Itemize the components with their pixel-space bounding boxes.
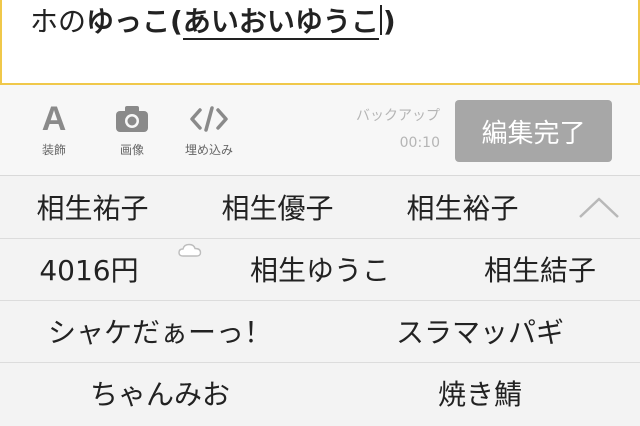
candidate-row: ちゃんみお 焼き鯖 — [0, 362, 640, 424]
editor-text[interactable]: ホのゆっこ(あいおいゆうこ) — [30, 2, 396, 42]
candidate-panel: 相生祐子 相生優子 相生裕子 4016円 相生ゆうこ 相生結子 シャケだぁーっ！… — [0, 176, 640, 426]
code-icon — [176, 99, 242, 139]
camera-icon — [106, 99, 158, 139]
candidate-row: シャケだぁーっ！ スラマッパギ — [0, 300, 640, 363]
candidate-item[interactable]: ちゃんみお — [0, 362, 320, 424]
candidate-item[interactable]: 相生祐子 — [0, 176, 185, 238]
image-button[interactable]: 画像 — [106, 99, 158, 158]
candidate-item[interactable]: 焼き鯖 — [320, 362, 640, 424]
candidate-item[interactable]: 相生優子 — [185, 176, 370, 238]
candidate-row: 相生祐子 相生優子 相生裕子 — [0, 176, 640, 239]
cloud-icon — [178, 242, 202, 261]
decorate-button[interactable]: A 装飾 — [30, 99, 78, 158]
text-editor[interactable]: ホのゆっこ(あいおいゆうこ) — [0, 0, 640, 85]
backup-status: バックアップ 00:10 — [356, 105, 440, 151]
editor-composing-text: あいおいゆうこ — [182, 5, 379, 40]
image-label: 画像 — [119, 143, 144, 157]
candidate-item[interactable]: 相生結子 — [440, 238, 640, 300]
editor-text-segment-1: ホの — [30, 5, 87, 38]
finish-editing-button[interactable]: 編集完了 — [455, 100, 612, 162]
text-caret — [379, 5, 382, 35]
letter-a-icon: A — [41, 100, 67, 138]
candidate-item[interactable]: 相生裕子 — [370, 176, 555, 238]
editor-text-segment-4: ) — [382, 5, 396, 38]
candidate-row: 4016円 相生ゆうこ 相生結子 — [0, 238, 640, 301]
candidate-item[interactable]: 相生ゆうこ — [210, 238, 430, 300]
embed-label: 埋め込み — [184, 143, 233, 157]
backup-time: 00:10 — [399, 135, 440, 151]
chevron-up-icon[interactable] — [577, 194, 621, 224]
backup-label: バックアップ — [356, 108, 440, 124]
editor-text-segment-2: ゆっこ( — [86, 5, 183, 38]
candidate-item[interactable]: 4016円 — [0, 238, 178, 300]
candidate-item[interactable]: スラマッパギ — [320, 300, 640, 362]
candidate-item[interactable]: シャケだぁーっ！ — [0, 300, 320, 362]
embed-button[interactable]: 埋め込み — [176, 99, 242, 158]
decorate-label: 装飾 — [41, 143, 66, 157]
